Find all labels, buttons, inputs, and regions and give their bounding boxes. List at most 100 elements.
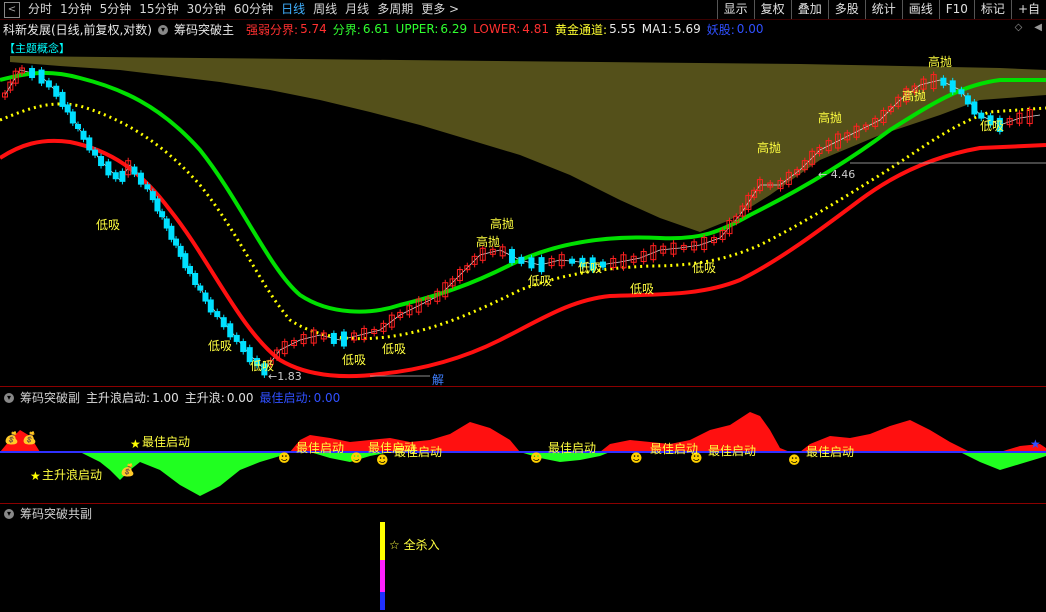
dixi-label: 低吸 bbox=[630, 282, 654, 296]
custom-button[interactable]: +自 bbox=[1010, 0, 1046, 19]
best-start-tag: 最佳启动 bbox=[650, 442, 698, 456]
candle-body bbox=[80, 130, 87, 140]
candle-body bbox=[971, 101, 978, 115]
strong-weak-value: 5.74 bbox=[300, 22, 327, 36]
main-wave-label: 主升浪: bbox=[184, 391, 225, 405]
money-bag-icon: 💰 bbox=[120, 463, 135, 477]
display-button[interactable]: 显示 bbox=[716, 0, 754, 19]
best-start-tag: 最佳启动 bbox=[548, 441, 596, 455]
f10-button[interactable]: F10 bbox=[938, 0, 974, 19]
dixi-label: 低吸 bbox=[96, 218, 120, 232]
period-tab-15min[interactable]: 15分钟 bbox=[135, 0, 182, 19]
candle-body bbox=[45, 80, 52, 88]
signal-bar-magenta bbox=[380, 560, 385, 592]
expand-icon[interactable]: ◀ bbox=[1034, 22, 1042, 33]
diamond-icon[interactable]: ◇ bbox=[1015, 22, 1023, 33]
period-tab-60min[interactable]: 60分钟 bbox=[230, 0, 277, 19]
candle-body bbox=[538, 257, 545, 273]
candle-body bbox=[197, 285, 204, 291]
chevron-right-icon: > bbox=[445, 2, 460, 16]
stats-button[interactable]: 统计 bbox=[864, 0, 902, 19]
candle-body bbox=[340, 331, 347, 347]
dixi-label: 低吸 bbox=[250, 359, 274, 373]
pane-divider bbox=[0, 386, 1046, 387]
draw-line-button[interactable]: 画线 bbox=[901, 0, 939, 19]
candle-body bbox=[528, 257, 535, 269]
best-start-tag: 最佳启动 bbox=[806, 445, 854, 459]
signal-bar-blue bbox=[380, 592, 385, 610]
candle-body bbox=[69, 111, 76, 124]
dropdown-icon[interactable]: ▾ bbox=[4, 392, 14, 403]
mark-button[interactable]: 标记 bbox=[973, 0, 1011, 19]
full-kill-label: ☆ 全杀入 bbox=[389, 537, 440, 552]
period-tab-30min[interactable]: 30分钟 bbox=[183, 0, 230, 19]
period-tab-more[interactable]: 更多 > bbox=[417, 0, 463, 19]
indicator-name: 筹码突破主 bbox=[174, 22, 235, 37]
gold-channel-value: 5.55 bbox=[609, 22, 636, 36]
candle-body bbox=[233, 334, 240, 342]
candle-body bbox=[29, 68, 36, 79]
period-tab-5min[interactable]: 5分钟 bbox=[96, 0, 136, 19]
main-wave-value: 0.00 bbox=[226, 390, 254, 405]
candle-body bbox=[92, 149, 99, 156]
lower-value: 4.81 bbox=[522, 22, 550, 36]
dixi-label: 低吸 bbox=[528, 274, 552, 288]
jie-label[interactable]: 解 bbox=[432, 373, 444, 386]
period-tab-daily[interactable]: 日线 bbox=[277, 0, 309, 19]
smiley-icon: ☻ bbox=[630, 451, 643, 465]
main-wave-start-tag: 主升浪启动 bbox=[42, 467, 102, 482]
candle-body bbox=[105, 161, 112, 176]
smiley-icon: ☻ bbox=[278, 451, 291, 465]
overlay-button[interactable]: 叠加 bbox=[790, 0, 828, 19]
best-start-label: 最佳启动: bbox=[259, 391, 312, 405]
candle-body bbox=[202, 292, 209, 302]
period-tab-weekly[interactable]: 周线 bbox=[309, 0, 341, 19]
period-tab-fenshi[interactable]: 分时 bbox=[24, 0, 56, 19]
demon-stock-value: 0.00 bbox=[736, 22, 764, 36]
period-tab-1min[interactable]: 1分钟 bbox=[56, 0, 96, 19]
dixi-label: 低吸 bbox=[382, 342, 406, 356]
upper-value: 6.29 bbox=[440, 22, 468, 36]
demon-stock-label: 妖股: bbox=[706, 22, 735, 37]
pane-divider bbox=[0, 503, 1046, 504]
indicator-selector[interactable]: ▾ 筹码突破主 bbox=[158, 21, 240, 38]
candle-body bbox=[220, 317, 227, 328]
candle-body bbox=[173, 238, 180, 246]
ma1-label: MA1: bbox=[641, 22, 673, 36]
multi-stock-button[interactable]: 多股 bbox=[827, 0, 865, 19]
pane-controls: ◇ ◀ bbox=[1015, 22, 1042, 33]
candle-body bbox=[940, 77, 947, 86]
stock-name: 科新发展(日线,前复权,对数) bbox=[3, 22, 152, 37]
candle-body bbox=[98, 156, 105, 167]
dropdown-icon[interactable]: ▾ bbox=[4, 508, 14, 519]
star-icon: ★ bbox=[130, 437, 141, 451]
negative-area bbox=[40, 452, 1046, 496]
best-start-tag: 最佳启动 bbox=[142, 435, 190, 449]
candle-body bbox=[144, 184, 151, 190]
pane2-title[interactable]: 筹码突破副 bbox=[20, 389, 80, 406]
candle-body bbox=[207, 299, 214, 313]
upper-label: UPPER: bbox=[395, 22, 439, 36]
candle-body bbox=[186, 265, 193, 274]
candle-body bbox=[168, 225, 175, 240]
candle-body bbox=[214, 311, 221, 318]
dixi-label: 低吸 bbox=[342, 353, 366, 367]
period-tab-multi[interactable]: 多周期 bbox=[373, 0, 417, 19]
adjust-button[interactable]: 复权 bbox=[753, 0, 791, 19]
best-start-tag: 最佳启动 bbox=[708, 444, 756, 458]
pane2-title-bar: ▾ 筹码突破副 主升浪启动: 1.00 主升浪: 0.00 最佳启动: 0.00 bbox=[4, 389, 346, 406]
split-label: 分界: bbox=[332, 22, 361, 37]
smiley-icon: ☻ bbox=[376, 453, 389, 467]
candle-body bbox=[182, 253, 189, 269]
back-icon[interactable]: < bbox=[4, 1, 20, 18]
period-tab-monthly[interactable]: 月线 bbox=[341, 0, 373, 19]
candle-body bbox=[59, 91, 66, 107]
candle-body bbox=[240, 341, 247, 353]
dixi-label: 低吸 bbox=[578, 261, 602, 275]
concept-label[interactable]: 【主题概念】 bbox=[4, 41, 70, 55]
gaopao-label: 高抛 bbox=[928, 54, 952, 69]
candle-body bbox=[508, 248, 515, 263]
signal-bar-yellow bbox=[380, 522, 385, 560]
candle-body bbox=[131, 166, 138, 175]
period-toolbar: < 分时 1分钟 5分钟 15分钟 30分钟 60分钟 日线 周线 月线 多周期… bbox=[0, 0, 1046, 20]
